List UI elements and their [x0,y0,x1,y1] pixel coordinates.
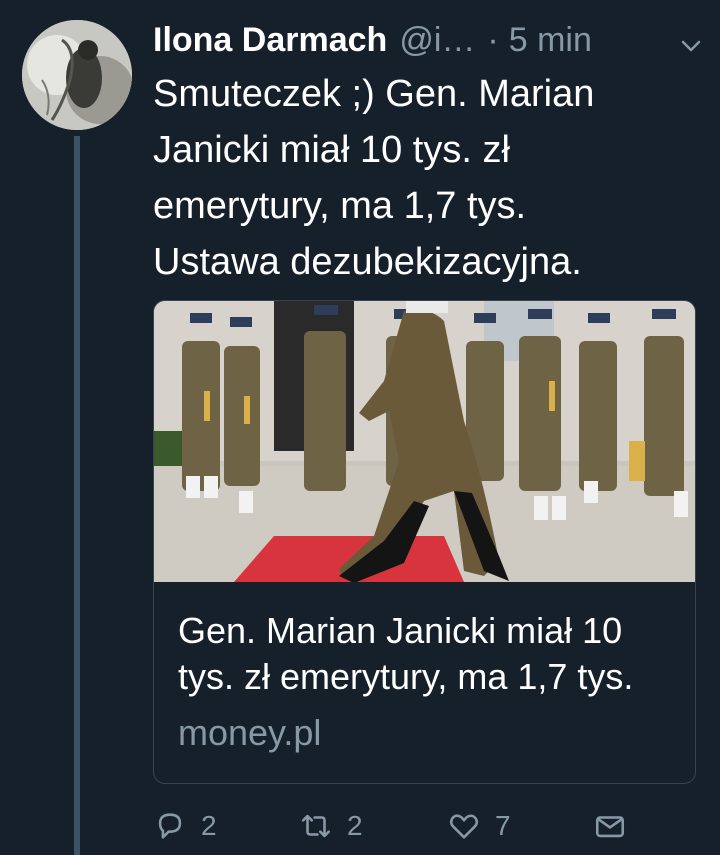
envelope-icon [595,816,625,838]
direct-message-button[interactable] [593,806,627,846]
like-count: 7 [495,810,511,841]
heart-icon [449,814,479,839]
reply-icon [158,813,182,839]
chevron-down-icon[interactable] [679,28,703,52]
reply-count: 2 [201,810,217,841]
card-domain: money.pl [178,712,322,753]
retweet-count: 2 [347,810,363,841]
card-title[interactable]: Gen. Marian Janicki miał 10 tys. zł emer… [178,608,671,700]
timestamp[interactable]: 5 min [509,21,592,60]
thread-line [74,136,80,855]
card-image [154,301,695,582]
tweet-text: Smuteczek ;) Gen. Marian Janicki miał 10… [153,73,595,283]
link-card[interactable]: Gen. Marian Janicki miał 10 tys. zł emer… [153,300,696,784]
tweet-header: Ilona Darmach @i… · 5 min [153,18,703,62]
avatar-image [22,20,132,130]
display-name[interactable]: Ilona Darmach [153,21,387,60]
action-bar: 2 2 7 [153,806,653,846]
like-button[interactable]: 7 [447,806,511,846]
avatar[interactable] [22,20,132,130]
user-handle[interactable]: @i… [399,21,475,60]
retweet-icon [301,814,331,838]
reply-button[interactable]: 2 [153,806,217,846]
card-body: Gen. Marian Janicki miał 10 tys. zł emer… [154,582,695,756]
tweet[interactable]: Ilona Darmach @i… · 5 min Smuteczek ;) G… [0,0,720,855]
separator-dot: · [487,20,499,59]
retweet-button[interactable]: 2 [299,806,363,846]
